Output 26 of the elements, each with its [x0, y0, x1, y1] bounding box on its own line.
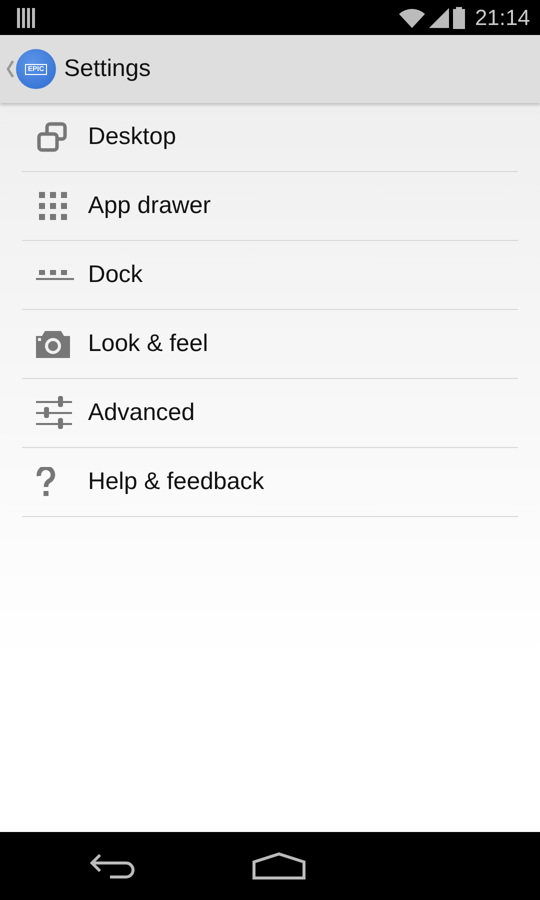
item-label: App drawer: [88, 192, 211, 220]
settings-item[interactable]: Desktop: [22, 103, 518, 172]
item-label: Dock: [88, 261, 143, 289]
wifi-icon: [398, 8, 425, 28]
grid-icon: [36, 191, 68, 221]
home-icon: [252, 852, 306, 880]
screen-title: Settings: [64, 55, 151, 83]
settings-item[interactable]: App drawer: [22, 172, 518, 241]
item-label: Help & feedback: [88, 468, 264, 496]
sliders-icon: [36, 396, 72, 430]
camera-icon: [36, 330, 70, 358]
settings-item[interactable]: Look & feel: [22, 310, 518, 379]
battery-icon: [452, 6, 465, 28]
clock: 21:14: [474, 4, 530, 30]
question-mark-icon: [36, 467, 56, 497]
item-label: Desktop: [88, 123, 176, 151]
settings-item[interactable]: Help & feedback: [22, 448, 518, 517]
item-label: Look & feel: [88, 330, 208, 358]
notification-icon: [17, 8, 35, 28]
dock-icon: [36, 269, 74, 281]
item-label: Advanced: [88, 399, 195, 427]
chevron-left-icon: [6, 60, 14, 78]
windows-icon: [36, 122, 68, 152]
settings-item[interactable]: Advanced: [22, 379, 518, 448]
signal-icon: [428, 8, 449, 28]
settings-item[interactable]: Dock: [22, 241, 518, 310]
